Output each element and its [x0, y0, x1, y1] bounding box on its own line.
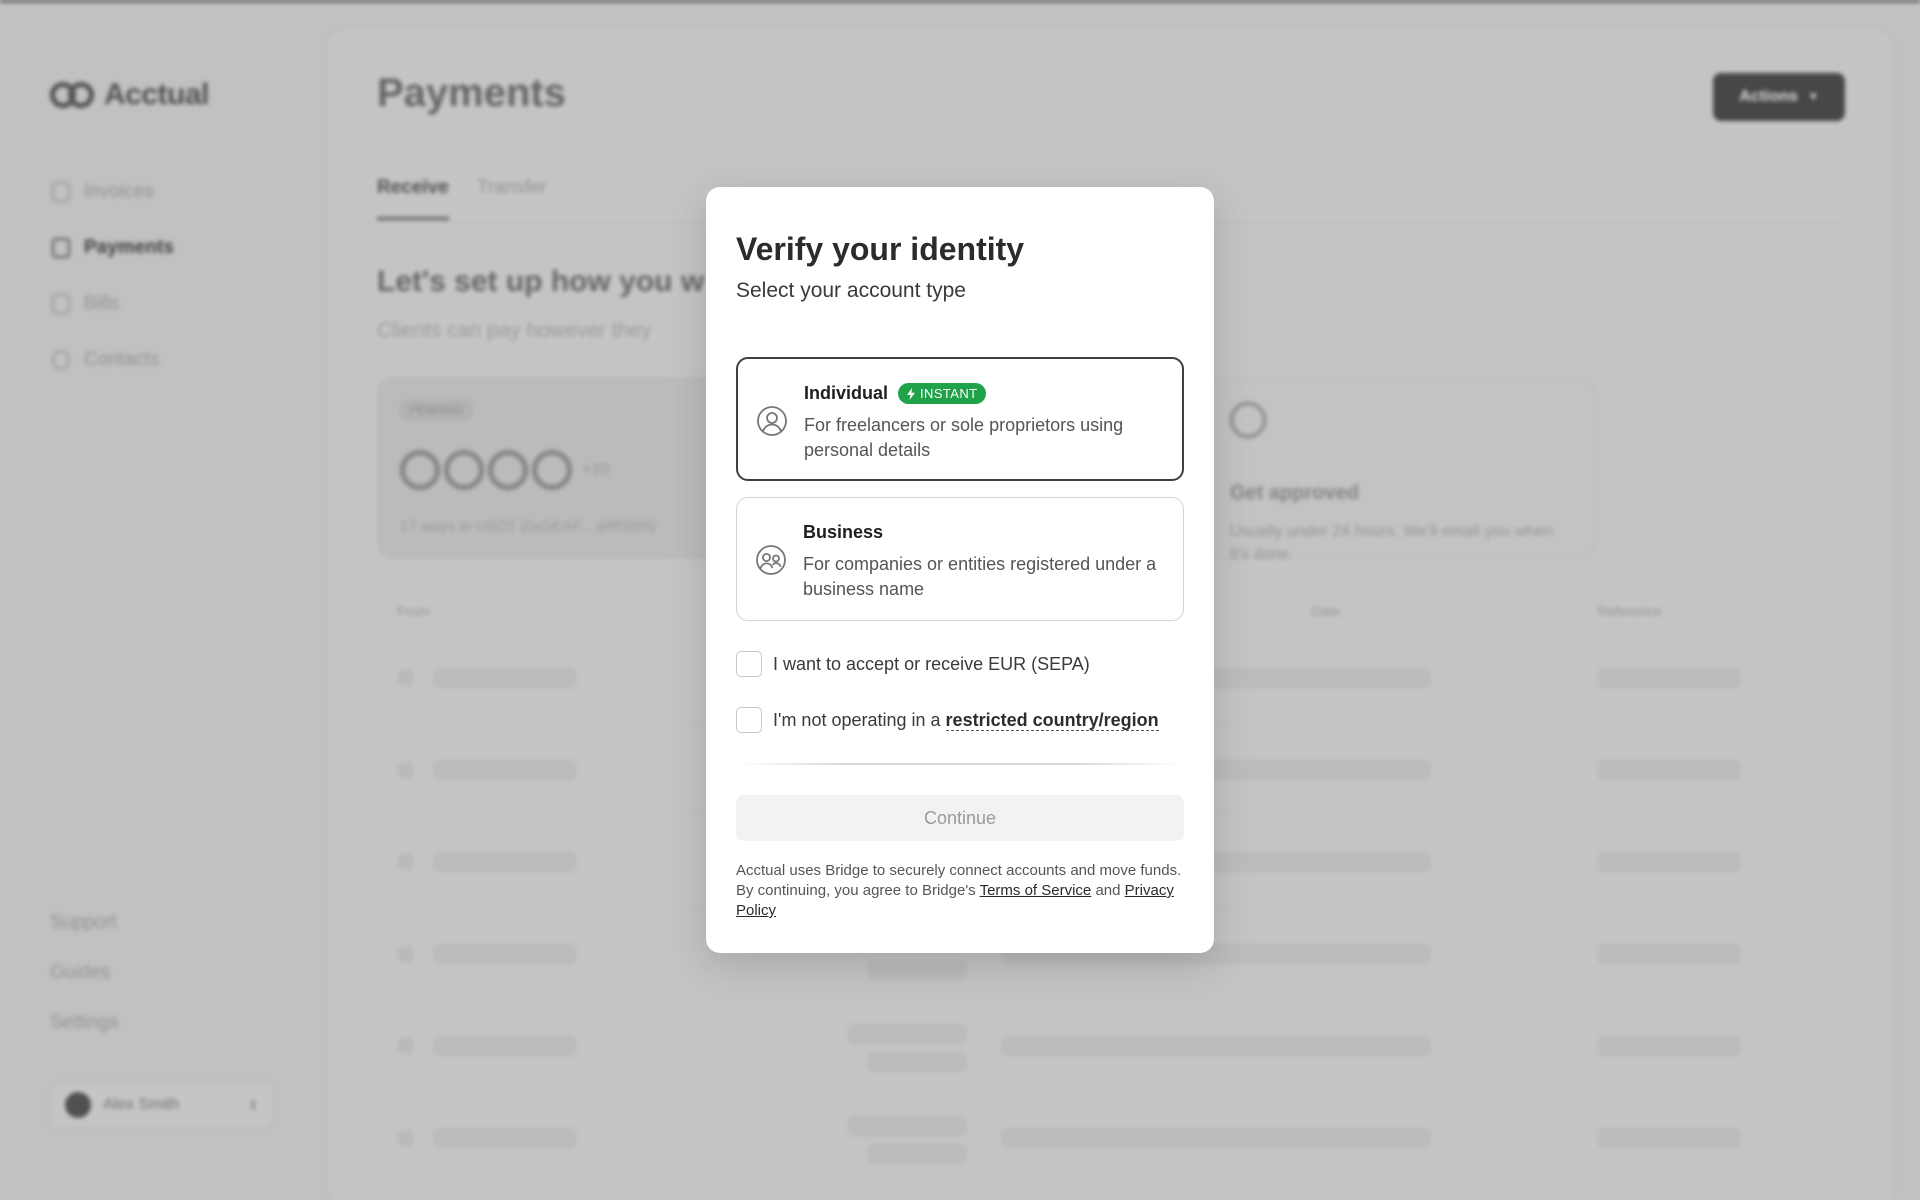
verify-identity-dialog: Verify your identity Select your account… [706, 187, 1214, 953]
restricted-checkbox-label: I'm not operating in a restricted countr… [773, 709, 1159, 731]
dialog-subtitle: Select your account type [736, 279, 966, 302]
account-type-individual[interactable]: Individual INSTANT For freelancers or so… [736, 357, 1184, 481]
option-title-text: Individual [804, 383, 889, 403]
continue-button[interactable]: Continue [736, 795, 1184, 841]
dialog-title: Verify your identity [736, 231, 1025, 267]
option-title: Individual INSTANT [804, 383, 987, 404]
restricted-country-link[interactable]: restricted country/region [945, 709, 1159, 731]
option-description: For freelancers or sole proprietors usin… [804, 415, 1124, 460]
restricted-checkbox[interactable] [736, 707, 762, 733]
option-title-text: Business [803, 522, 884, 542]
users-circle-icon [756, 545, 786, 575]
lightning-icon [907, 387, 916, 400]
legal-disclaimer: Acctual uses Bridge to securely connect … [736, 861, 1184, 921]
terms-of-service-link[interactable]: Terms of Service [980, 882, 1092, 899]
option-title: Business [803, 522, 883, 543]
divider [736, 763, 1184, 765]
option-description: For companies or entities registered und… [803, 554, 1157, 599]
account-type-business[interactable]: Business For companies or entities regis… [736, 497, 1184, 621]
sepa-checkbox-label: I want to accept or receive EUR (SEPA) [773, 653, 1090, 674]
legal-and: and [1091, 882, 1125, 899]
instant-badge: INSTANT [898, 383, 987, 404]
restricted-checkbox-row[interactable]: I'm not operating in a restricted countr… [736, 707, 1159, 733]
sepa-checkbox[interactable] [736, 651, 762, 677]
sepa-checkbox-row[interactable]: I want to accept or receive EUR (SEPA) [736, 651, 1090, 677]
badge-label: INSTANT [920, 386, 978, 401]
user-circle-icon [757, 406, 787, 436]
restricted-prefix: I'm not operating in a [773, 709, 946, 730]
